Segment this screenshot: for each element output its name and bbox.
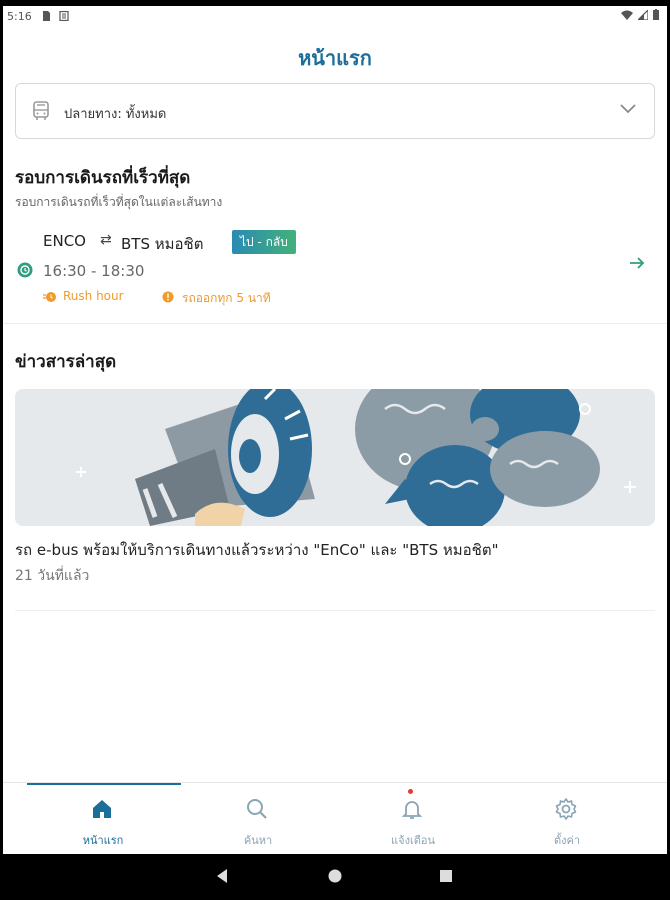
bottom-navigation: หน้าแรก ค้นหา แจ้งเตือน ตั้งค่า bbox=[3, 782, 667, 854]
route-swap-icon: ⇄ bbox=[100, 232, 112, 248]
notification-dot bbox=[408, 789, 413, 794]
destination-dropdown-label: ปลายทาง: ทั้งหมด bbox=[64, 107, 167, 122]
bus-icon bbox=[33, 101, 49, 120]
route-card[interactable]: ENCO ⇄ BTS หมอชิต ไป - กลับ 16:30 - 18:3… bbox=[3, 226, 667, 324]
route-destination: BTS หมอชิต bbox=[121, 235, 204, 253]
news-timestamp: 21 วันที่แล้ว bbox=[15, 568, 90, 584]
fastest-trips-subtitle: รอบการเดินรถที่เร็วที่สุดในแต่ละเส้นทาง bbox=[15, 195, 223, 209]
news-title[interactable]: รถ e-bus พร้อมให้บริการเดินทางแล้วระหว่า… bbox=[15, 538, 498, 562]
app-screen: 5:16 หน้าแรก ปลายทาง: ทั้งหมด รอบการเดิน… bbox=[3, 6, 667, 854]
recents-icon[interactable] bbox=[438, 868, 454, 884]
bell-icon bbox=[401, 801, 423, 819]
nav-tab-search[interactable]: ค้นหา bbox=[175, 783, 341, 854]
status-bar: 5:16 bbox=[3, 6, 667, 28]
info-icon bbox=[162, 291, 174, 303]
wifi-icon bbox=[621, 10, 633, 20]
nav-label-search: ค้นหา bbox=[243, 834, 273, 847]
battery-icon bbox=[653, 9, 659, 20]
home-icon bbox=[93, 800, 111, 818]
search-icon bbox=[247, 799, 267, 819]
page-title: หน้าแรก bbox=[298, 46, 372, 70]
storage-icon bbox=[59, 11, 69, 21]
direction-badge: ไป - กลับ bbox=[232, 230, 296, 254]
fastest-trips-heading: รอบการเดินรถที่เร็วที่สุด bbox=[15, 168, 191, 188]
frequency-label: รถออกทุก 5 นาที bbox=[182, 291, 271, 305]
chevron-down-icon bbox=[620, 104, 636, 114]
route-origin: ENCO bbox=[43, 232, 86, 250]
signal-icon bbox=[638, 9, 648, 20]
status-time: 5:16 bbox=[7, 10, 32, 23]
sim-card-icon bbox=[43, 11, 50, 21]
back-icon[interactable] bbox=[214, 868, 230, 884]
clock-icon bbox=[17, 262, 33, 278]
news-divider bbox=[15, 610, 655, 611]
nav-label-settings: ตั้งค่า bbox=[553, 834, 581, 847]
destination-dropdown[interactable]: ปลายทาง: ทั้งหมด bbox=[15, 83, 655, 139]
arrow-right-icon[interactable] bbox=[629, 256, 645, 270]
rush-hour-icon bbox=[43, 292, 56, 302]
news-image[interactable] bbox=[15, 389, 655, 526]
megaphone-illustration bbox=[15, 389, 655, 526]
system-nav-bar bbox=[0, 854, 670, 900]
nav-tab-home[interactable]: หน้าแรก bbox=[20, 783, 186, 854]
home-system-icon[interactable] bbox=[327, 868, 343, 884]
device-frame: 5:16 หน้าแรก ปลายทาง: ทั้งหมด รอบการเดิน… bbox=[0, 0, 670, 900]
nav-tab-settings[interactable]: ตั้งค่า bbox=[484, 783, 650, 854]
status-icons bbox=[621, 9, 659, 20]
gear-icon bbox=[555, 798, 577, 820]
nav-label-notifications: แจ้งเตือน bbox=[391, 834, 435, 847]
service-hours: 16:30 - 18:30 bbox=[43, 262, 145, 280]
news-heading: ข่าวสารล่าสุด bbox=[15, 352, 117, 372]
nav-label-home: หน้าแรก bbox=[82, 834, 124, 847]
nav-tab-notifications[interactable]: แจ้งเตือน bbox=[330, 783, 496, 854]
rush-hour-label: Rush hour bbox=[63, 289, 124, 303]
